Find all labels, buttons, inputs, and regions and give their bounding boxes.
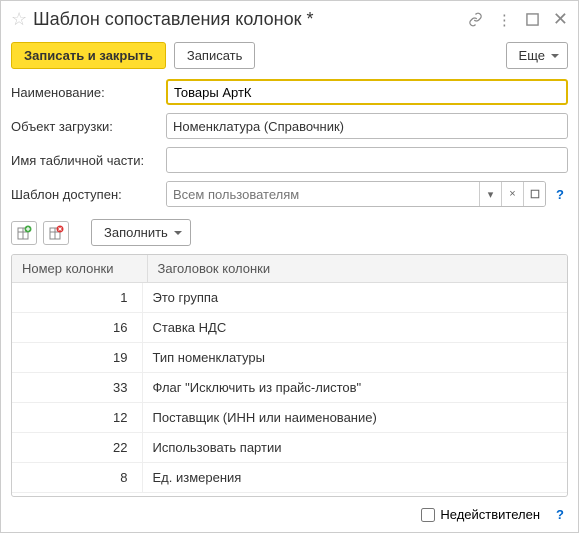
footer: Недействителен ? (1, 497, 578, 532)
main-toolbar: Записать и закрыть Записать Еще (1, 36, 578, 79)
remove-column-button[interactable] (43, 221, 69, 245)
table-row[interactable]: 12Поставщик (ИНН или наименование) (12, 403, 567, 433)
cell-num[interactable]: 12 (12, 403, 142, 433)
maximize-icon[interactable] (526, 13, 539, 26)
access-label: Шаблон доступен: (11, 187, 166, 202)
col-header-num[interactable]: Номер колонки (12, 255, 147, 283)
cell-title[interactable]: Это группа (142, 283, 567, 313)
table-row[interactable]: 8Ед. измерения (12, 463, 567, 493)
titlebar-controls: ⋮ ✕ (468, 9, 568, 30)
table-row[interactable]: 19Тип номенклатуры (12, 343, 567, 373)
form: Наименование: Объект загрузки: Имя табли… (1, 79, 578, 215)
cell-num[interactable]: 22 (12, 433, 142, 463)
titlebar: ☆ Шаблон сопоставления колонок * ⋮ ✕ (1, 1, 578, 36)
fill-button[interactable]: Заполнить (91, 219, 191, 246)
access-help-icon[interactable]: ? (552, 187, 568, 202)
name-label: Наименование: (11, 85, 166, 100)
table-toolbar: Заполнить (1, 215, 578, 254)
cell-title[interactable]: Ед. измерения (142, 463, 567, 493)
table-row[interactable]: 1Это группа (12, 283, 567, 313)
cell-num[interactable]: 1 (12, 283, 142, 313)
cell-title[interactable]: Тип номенклатуры (142, 343, 567, 373)
cell-num[interactable]: 16 (12, 313, 142, 343)
tabname-label: Имя табличной части: (11, 153, 166, 168)
columns-table: Номер колонки Заголовок колонки 1Это гру… (11, 254, 568, 497)
favorite-star-icon[interactable]: ☆ (11, 9, 27, 30)
invalid-checkbox[interactable] (421, 508, 435, 522)
table-row[interactable]: 33Флаг "Исключить из прайс-листов" (12, 373, 567, 403)
invalid-help-icon[interactable]: ? (552, 507, 568, 522)
access-dropdown-icon[interactable]: ▾ (479, 182, 501, 206)
cell-title[interactable]: Флаг "Исключить из прайс-листов" (142, 373, 567, 403)
table-scroll[interactable]: 1Это группа16Ставка НДС19Тип номенклатур… (12, 283, 567, 496)
table-row[interactable]: 16Ставка НДС (12, 313, 567, 343)
cell-title[interactable]: Использовать партии (142, 433, 567, 463)
cell-title[interactable]: Поставщик (ИНН или наименование) (142, 403, 567, 433)
window-title: Шаблон сопоставления колонок * (33, 9, 462, 30)
table-row[interactable]: 22Использовать партии (12, 433, 567, 463)
link-icon[interactable] (468, 12, 483, 27)
close-icon[interactable]: ✕ (553, 9, 568, 30)
cell-num[interactable]: 19 (12, 343, 142, 373)
cell-num[interactable]: 33 (12, 373, 142, 403)
invalid-checkbox-label[interactable]: Недействителен (421, 507, 540, 522)
access-clear-icon[interactable]: × (501, 182, 523, 206)
invalid-label-text: Недействителен (440, 507, 540, 522)
cell-title[interactable]: Ставка НДС (142, 313, 567, 343)
access-select-input[interactable] (167, 182, 479, 206)
cell-num[interactable]: 8 (12, 463, 142, 493)
save-button[interactable]: Записать (174, 42, 256, 69)
name-input[interactable] (166, 79, 568, 105)
more-button[interactable]: Еще (506, 42, 568, 69)
object-label: Объект загрузки: (11, 119, 166, 134)
window: ☆ Шаблон сопоставления колонок * ⋮ ✕ Зап… (0, 0, 579, 533)
add-column-button[interactable] (11, 221, 37, 245)
object-input[interactable] (166, 113, 568, 139)
access-select[interactable]: ▾ × (166, 181, 546, 207)
save-and-close-button[interactable]: Записать и закрыть (11, 42, 166, 69)
col-header-title[interactable]: Заголовок колонки (147, 255, 567, 283)
kebab-menu-icon[interactable]: ⋮ (497, 11, 512, 29)
tabname-input[interactable] (166, 147, 568, 173)
access-open-icon[interactable] (523, 182, 545, 206)
